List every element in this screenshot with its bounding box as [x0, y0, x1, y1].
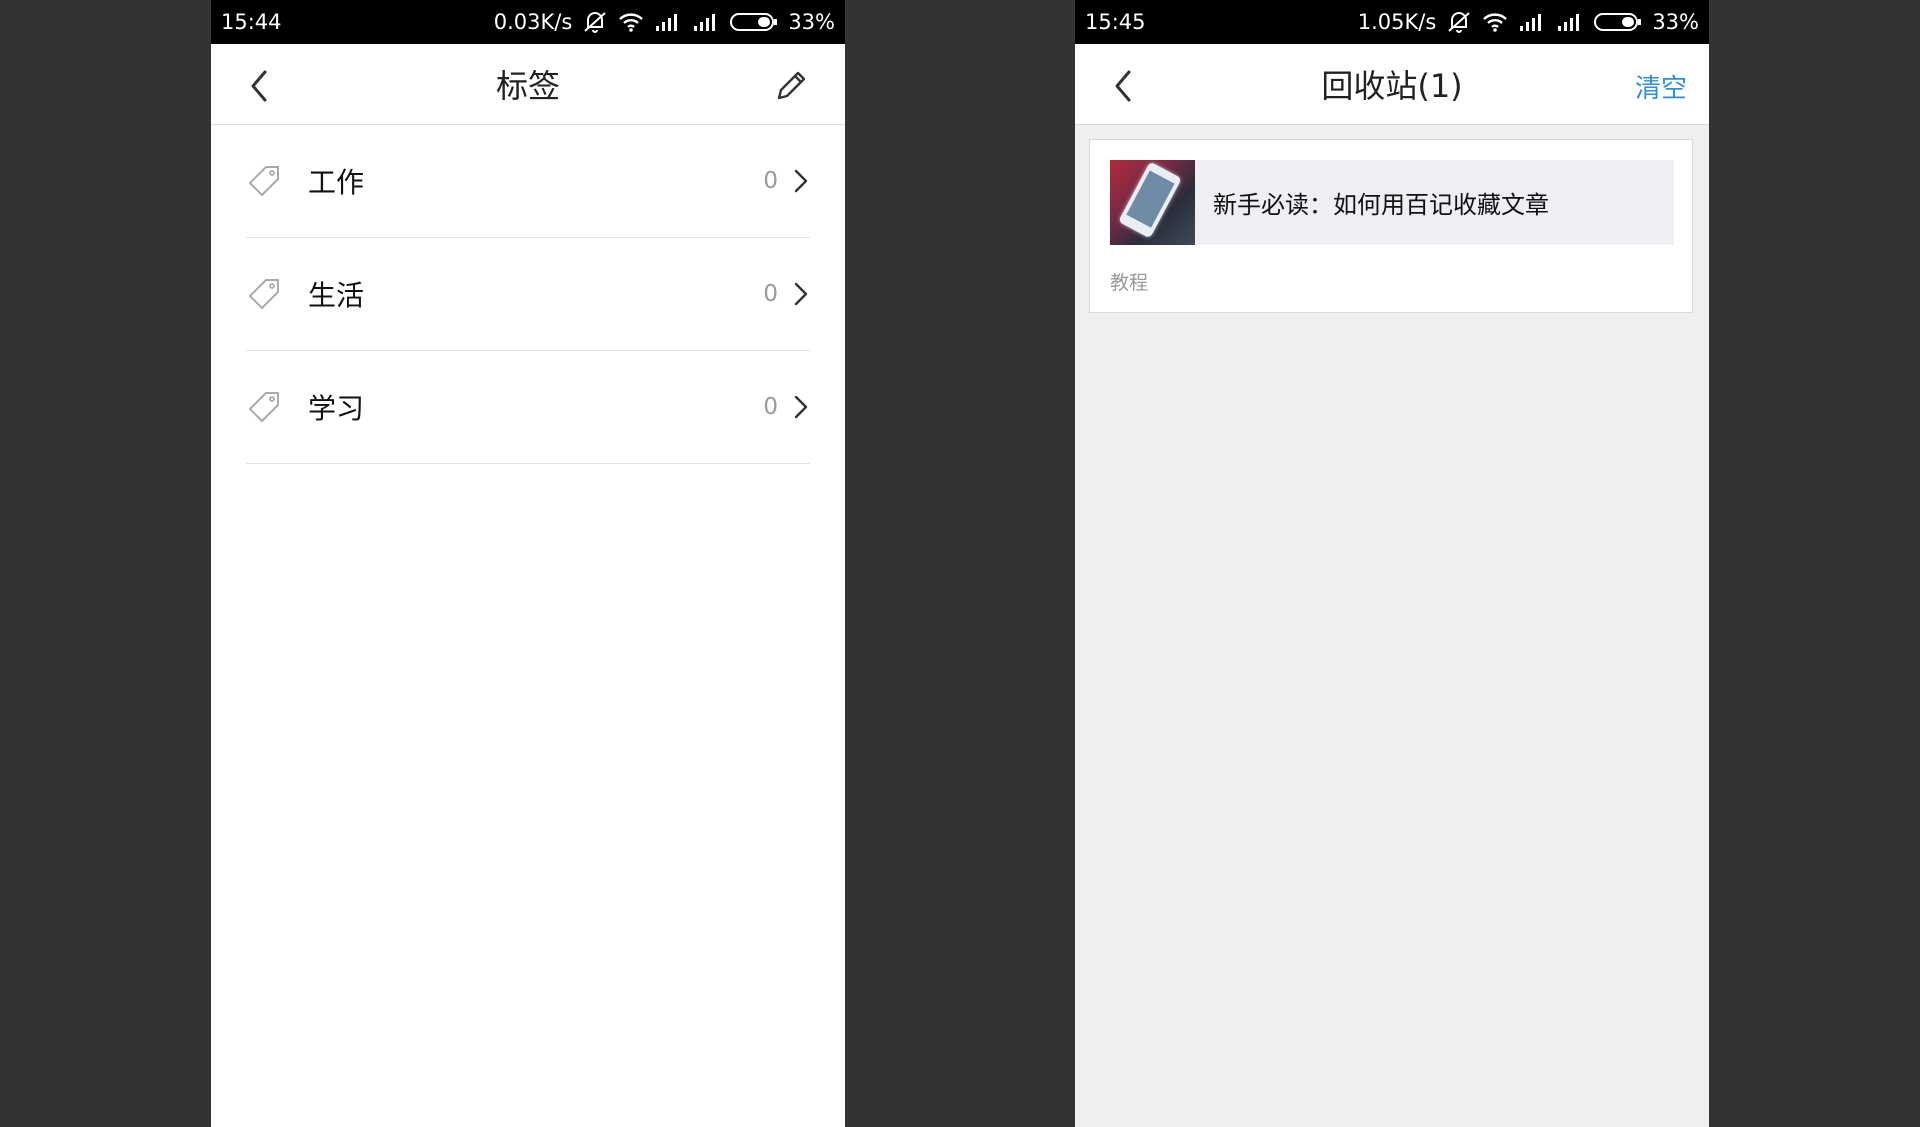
network-speed: 1.05K/s: [1357, 10, 1437, 34]
tag-label: 学习: [308, 392, 365, 425]
battery-icon: [1594, 12, 1642, 32]
tag-icon: [246, 389, 282, 425]
tag-list: 工作 0 生活 0 学习 0: [211, 125, 845, 464]
tag-item-life[interactable]: 生活 0: [246, 238, 810, 351]
chevron-right-icon: [792, 280, 810, 308]
article-tag: 教程: [1110, 272, 1149, 294]
wifi-icon: [618, 11, 644, 33]
tag-item-study[interactable]: 学习 0: [246, 351, 810, 464]
page-title: 回收站(1): [1321, 67, 1463, 105]
page-title: 标签: [495, 67, 560, 105]
mute-icon: [582, 10, 608, 34]
tag-count: 0: [763, 281, 778, 307]
status-time: 15:44: [221, 10, 282, 34]
tag-icon: [246, 276, 282, 312]
status-bar: 15:45 1.05K/s 33%: [1075, 0, 1709, 44]
status-time: 15:45: [1085, 10, 1146, 34]
network-speed: 0.03K/s: [493, 10, 573, 34]
clear-button[interactable]: 清空: [1635, 68, 1687, 105]
article-preview[interactable]: 新手必读：如何用百记收藏文章: [1110, 160, 1674, 245]
chevron-right-icon: [792, 167, 810, 195]
wifi-icon: [1482, 11, 1508, 33]
article-title: 新手必读：如何用百记收藏文章: [1213, 191, 1549, 219]
signal-icon: [692, 12, 720, 32]
tag-label: 工作: [308, 166, 365, 199]
tag-count: 0: [763, 394, 778, 420]
battery-percent: 33%: [788, 10, 835, 34]
signal-icon: [1518, 12, 1546, 32]
nav-bar: 回收站(1) 清空: [1075, 44, 1709, 125]
tags-screen: 15:44 0.03K/s 33% 标签 工作 0 生活 0 学习 0: [211, 0, 845, 1127]
article-thumbnail: [1110, 160, 1195, 245]
nav-bar: 标签: [211, 44, 845, 125]
battery-percent: 33%: [1652, 10, 1699, 34]
status-bar: 15:44 0.03K/s 33%: [211, 0, 845, 44]
battery-icon: [730, 12, 778, 32]
trash-item-card[interactable]: 新手必读：如何用百记收藏文章 教程: [1089, 139, 1693, 313]
tag-icon: [246, 163, 282, 199]
tag-item-work[interactable]: 工作 0: [246, 125, 810, 238]
edit-pencil-icon[interactable]: [771, 66, 811, 106]
chevron-right-icon: [792, 393, 810, 421]
back-arrow-icon[interactable]: [1105, 66, 1145, 106]
signal-icon: [1556, 12, 1584, 32]
tag-label: 生活: [308, 279, 365, 312]
mute-icon: [1446, 10, 1472, 34]
signal-icon: [654, 12, 682, 32]
trash-screen: 15:45 1.05K/s 33% 回收站(1) 清空 新手必读：如何用百记收藏…: [1075, 0, 1709, 1127]
back-arrow-icon[interactable]: [241, 66, 281, 106]
tag-count: 0: [763, 168, 778, 194]
